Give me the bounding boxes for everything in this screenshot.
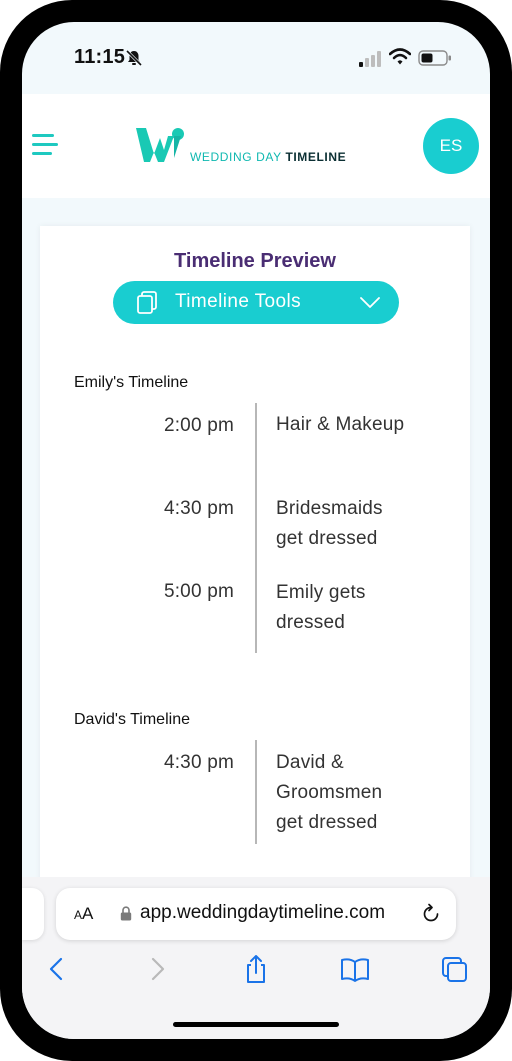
logo-text-timeline: TIMELINE [285, 150, 347, 164]
logo-text-wedding-day: WEDDING DAY [190, 150, 282, 164]
page-title: Timeline Preview [174, 250, 336, 272]
menu-icon[interactable] [32, 134, 58, 156]
bookmarks-icon[interactable] [340, 954, 370, 984]
wifi-icon [389, 48, 411, 65]
logo-text: WEDDING DAY TIMELINE [190, 150, 346, 164]
event-line: Groomsmen [276, 782, 383, 803]
event-line: Emily gets [276, 582, 366, 603]
event-line: David & [276, 752, 344, 773]
status-bar: 11:15 [22, 22, 490, 94]
event-description: Hair & Makeup [276, 410, 446, 440]
event-line: Hair & Makeup [276, 414, 405, 435]
timeline-divider [255, 403, 257, 653]
screen: 11:15 WEDDING DAY TIMELINE ES Timeline P… [22, 22, 490, 1039]
app-header: WEDDING DAY TIMELINE ES [22, 94, 490, 198]
event-time: 4:30 pm [163, 498, 234, 519]
status-time: 11:15 [74, 46, 126, 68]
event-line: get dressed [276, 528, 378, 549]
previous-tab-preview[interactable] [22, 888, 44, 940]
cellular-signal-icon [359, 51, 381, 67]
documents-icon [137, 291, 157, 314]
tabs-icon[interactable] [439, 954, 469, 984]
battery-icon [418, 50, 451, 66]
event-time: 4:30 pm [163, 752, 234, 773]
timeline-divider [255, 740, 257, 844]
timeline-heading: David's Timeline [74, 711, 190, 728]
event-description: Emily gets dressed [276, 578, 446, 638]
event-time: 5:00 pm [163, 581, 234, 602]
bell-muted-icon [125, 49, 143, 67]
event-time: 2:00 pm [163, 415, 234, 436]
url-text: app.weddingdaytimeline.com [140, 902, 386, 923]
timeline-heading: Emily's Timeline [74, 374, 189, 391]
event-line: get dressed [276, 812, 378, 833]
reload-icon[interactable] [420, 903, 442, 925]
back-icon[interactable] [42, 954, 72, 984]
lock-icon [120, 906, 132, 921]
event-line: Bridesmaids [276, 498, 383, 519]
phone-frame: 11:15 WEDDING DAY TIMELINE ES Timeline P… [0, 0, 512, 1061]
share-icon[interactable] [241, 954, 271, 984]
event-description: David & Groomsmen get dressed [276, 748, 446, 838]
browser-nav-row [22, 954, 490, 988]
aa-large: A [82, 904, 94, 923]
aa-small: A [74, 908, 83, 922]
logo-w-icon [136, 128, 184, 162]
forward-icon[interactable] [142, 954, 172, 984]
user-avatar[interactable]: ES [423, 118, 479, 174]
address-bar[interactable]: AA app.weddingdaytimeline.com [56, 888, 456, 940]
event-line: dressed [276, 612, 345, 633]
home-indicator [173, 1022, 339, 1027]
chevron-down-icon [360, 297, 380, 308]
reader-settings-button[interactable]: AA [74, 904, 93, 924]
timeline-preview-card: Timeline Preview Timeline Tools Emily's … [40, 226, 470, 926]
timeline-tools-label: Timeline Tools [175, 291, 301, 312]
event-description: Bridesmaids get dressed [276, 494, 446, 554]
timeline-tools-dropdown[interactable]: Timeline Tools [113, 281, 399, 324]
